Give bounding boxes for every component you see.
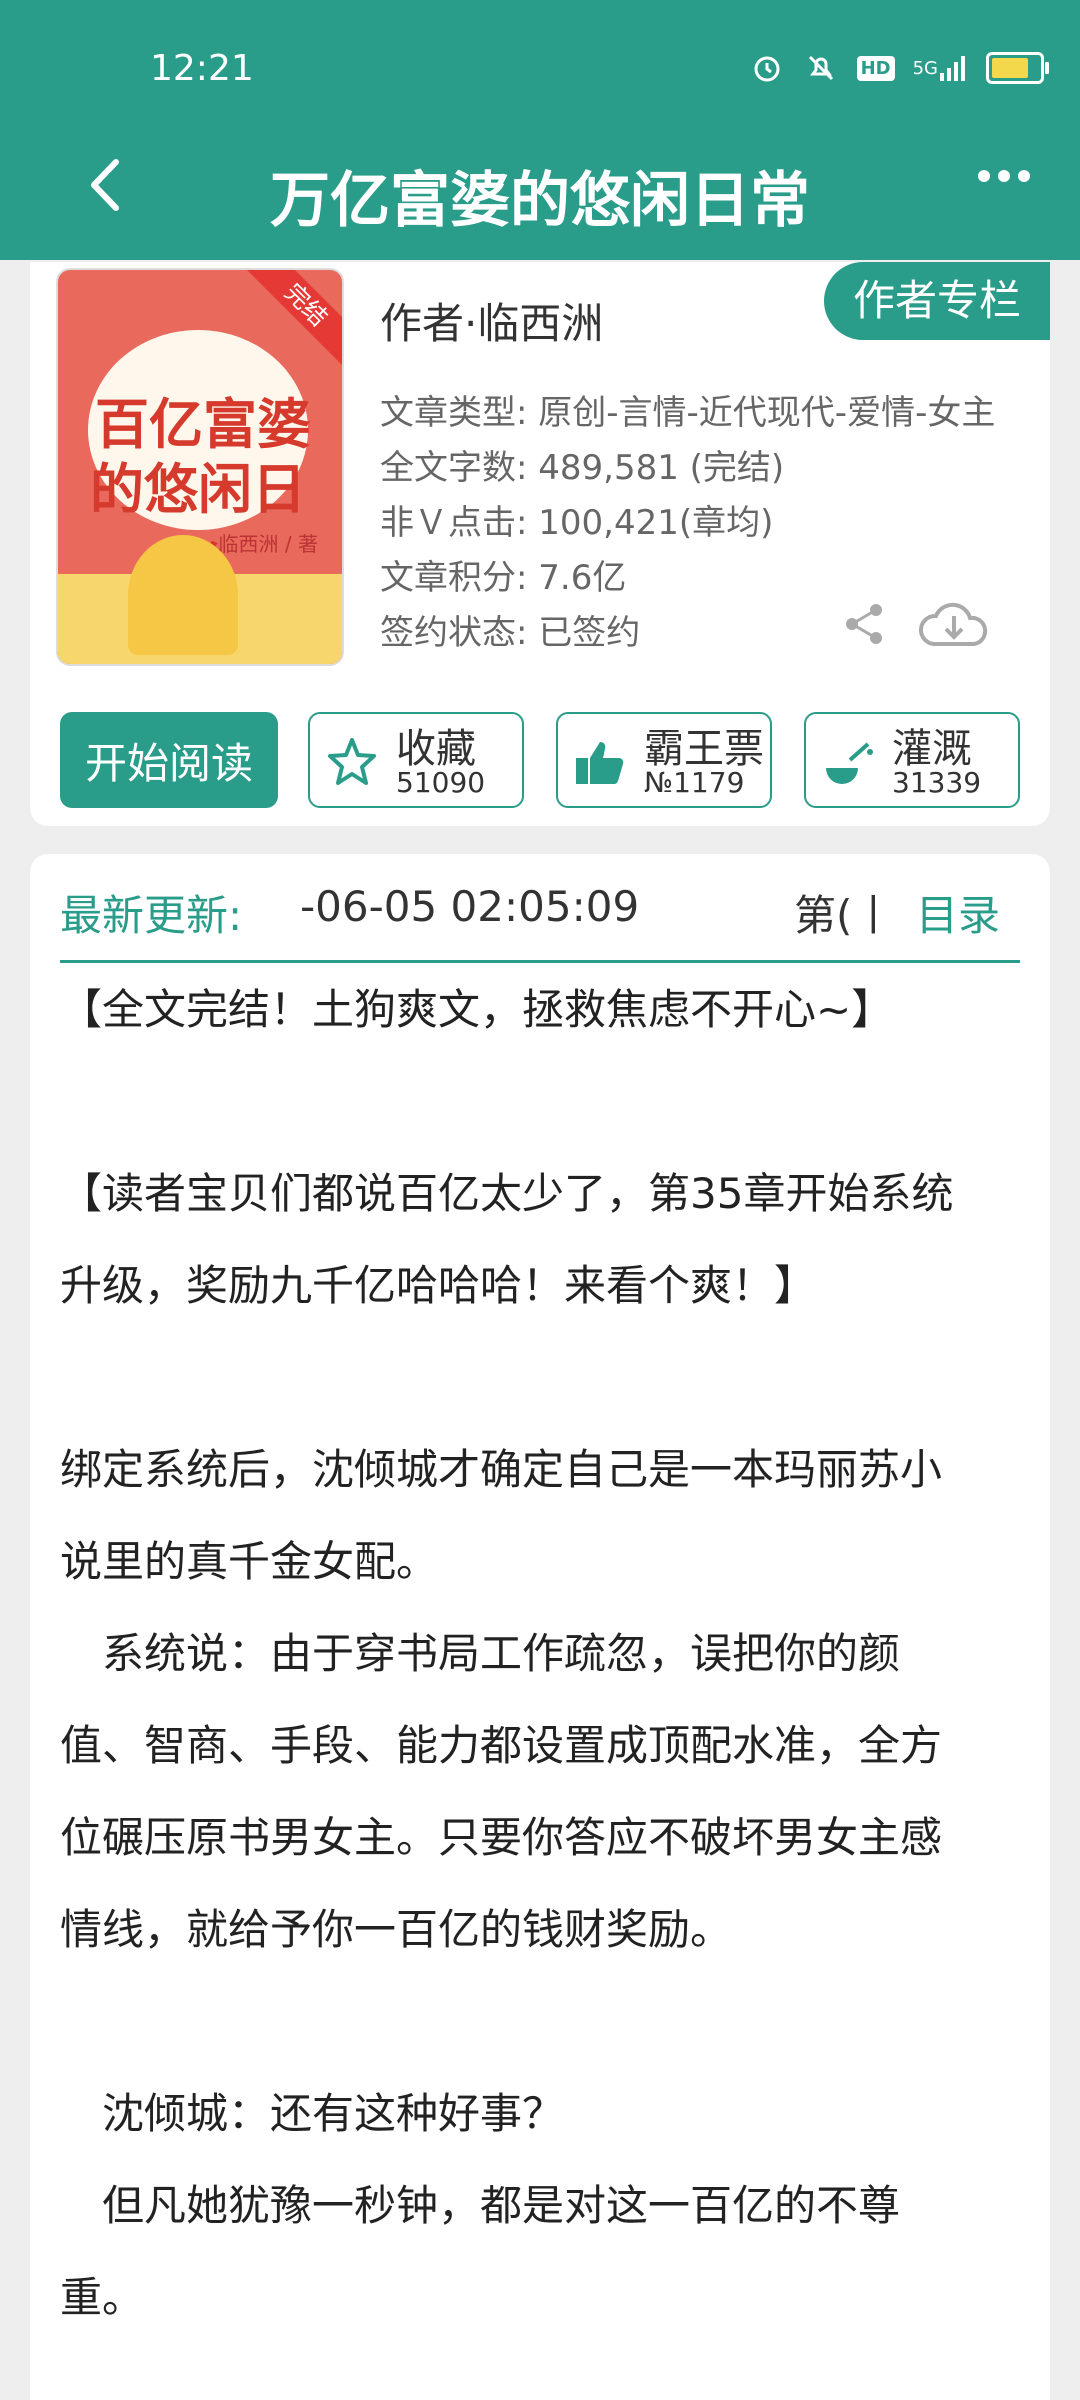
vote-count: №1179 [644, 766, 745, 799]
meta-sign-status: 签约状态: 已签约 [380, 613, 641, 653]
desc-line: 沈倾城：还有这种好事？ [60, 2089, 565, 2138]
water-button[interactable]: 灌溉 31339 [804, 712, 1020, 808]
desc-line: 【读者宝贝们都说百亿太少了，第35章开始系统 [60, 1169, 954, 1218]
desc-line: 位碾压原书男女主。只要你答应不破坏男女主感 [60, 1813, 943, 1862]
desc-line: 值、智商、手段、能力都设置成顶配水准，全方 [60, 1721, 943, 1770]
meta-score: 文章积分: 7.6亿 [380, 558, 627, 598]
catalog-link[interactable]: 目录 [916, 882, 1000, 943]
desc-line: 说里的真千金女配。 [60, 1537, 439, 1586]
book-meta: 文章类型: 原创-言情-近代现代-爱情-女主 全文字数: 489,581 (完结… [380, 386, 995, 661]
battery-icon [986, 52, 1049, 84]
book-detail-card: 最新更新: -06-05 02:05:09 第(丨 目录 【全文完结！土狗爽文，… [30, 854, 1050, 2400]
hd-icon: HD [856, 55, 895, 81]
signal-5g-icon: 5G [913, 50, 968, 86]
status-icons: HD 5G [749, 50, 1049, 86]
cover-illustration [128, 535, 238, 655]
vote-button[interactable]: 霸王票 №1179 [556, 712, 772, 808]
start-reading-button[interactable]: 开始阅读 [60, 712, 278, 808]
more-menu-button[interactable] [978, 170, 1030, 182]
meta-type: 文章类型: 原创-言情-近代现代-爱情-女主 [380, 393, 996, 433]
desc-line: 情线，就给予你一百亿的钱财奖励。 [60, 1905, 733, 1954]
book-info-card: 完结 百亿富婆 的悠闲日常 临西洲 / 著 作者·临西洲 作者专栏 文章类型: … [30, 262, 1050, 826]
desc-line: 升级，奖励九千亿哈哈哈！来看个爽！】 [60, 1261, 817, 1310]
latest-chapter[interactable]: 第(丨 [794, 882, 894, 943]
favorite-count: 51090 [396, 766, 486, 799]
desc-line: 绑定系统后，沈倾城才确定自己是一本玛丽苏小 [60, 1445, 943, 1494]
desc-line: 系统说：由于穿书局工作疏忽，误把你的颜 [60, 1629, 901, 1678]
desc-line: 但凡她犹豫一秒钟，都是对这一百亿的不尊 [60, 2181, 901, 2230]
book-cover[interactable]: 完结 百亿富婆 的悠闲日常 临西洲 / 著 [56, 268, 344, 666]
status-time: 12:21 [150, 48, 254, 89]
author-name[interactable]: 作者·临西洲 [380, 290, 603, 351]
meta-word-count: 全文字数: 489,581 (完结) [380, 448, 785, 488]
cover-signature: 临西洲 / 著 [218, 532, 318, 556]
latest-update-time: -06-05 02:05:09 [300, 882, 640, 931]
thumbs-up-icon [572, 734, 628, 790]
download-icon[interactable] [914, 594, 994, 654]
divider [60, 960, 1020, 963]
alarm-icon [749, 50, 785, 86]
share-icon[interactable] [840, 600, 888, 648]
page-title: 万亿富婆的悠闲日常 [270, 166, 810, 236]
mute-icon [803, 50, 839, 86]
author-column-button[interactable]: 作者专栏 [824, 262, 1050, 340]
star-icon [324, 734, 380, 790]
meta-clicks: 非Ｖ点击: 100,421(章均) [380, 503, 774, 543]
favorite-button[interactable]: 收藏 51090 [308, 712, 524, 808]
desc-line: 重。 [60, 2273, 145, 2322]
app-header: 12:21 HD 5G 万亿富婆的悠闲日常 [0, 0, 1080, 260]
watering-icon [820, 734, 876, 790]
water-count: 31339 [892, 766, 982, 799]
latest-update-label: 最新更新: [60, 891, 243, 940]
desc-line: 【全文完结！土狗爽文，拯救焦虑不开心~】 [60, 985, 894, 1034]
